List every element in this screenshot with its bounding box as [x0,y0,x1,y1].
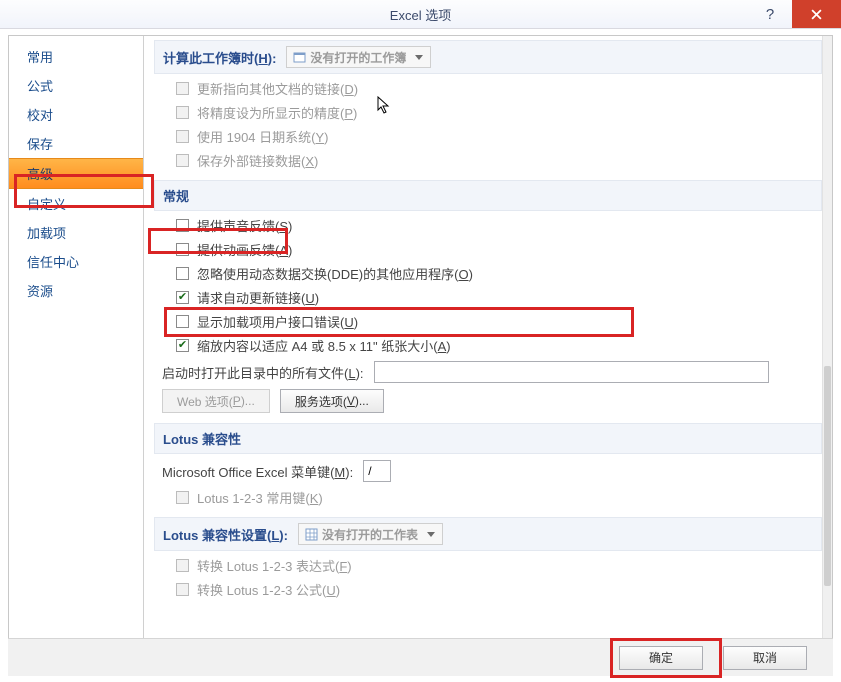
checkbox-ignore-dde[interactable]: 忽略使用动态数据交换(DDE)的其他应用程序(O) [176,264,822,283]
checkbox-animation[interactable]: 提供动画反馈(A) [176,240,822,259]
chevron-down-icon [412,50,426,64]
sidebar-item[interactable]: 信任中心 [9,247,143,276]
sidebar: 常用 公式 校对 保存 高级 自定义 加载项 信任中心 资源 [9,36,144,644]
startup-folder-row: 启动时打开此目录中的所有文件(L): [162,361,822,383]
checkbox-sound[interactable]: 提供声音反馈(S) [176,216,822,235]
close-icon [811,9,822,20]
sidebar-item[interactable]: 保存 [9,129,143,158]
checkbox-update-links[interactable]: 更新指向其他文档的链接(D) [176,79,822,98]
sidebar-item[interactable]: 自定义 [9,189,143,218]
checkbox-auto-update-links[interactable]: 请求自动更新链接(U) [176,288,822,307]
checkbox-precision[interactable]: 将精度设为所显示的精度(P) [176,103,822,122]
dialog-footer: 确定 取消 [8,638,833,676]
checkbox-lotus-keys[interactable]: Lotus 1-2-3 常用键(K) [176,488,822,507]
checkbox-save-external[interactable]: 保存外部链接数据(X) [176,151,822,170]
startup-folder-input[interactable] [374,361,769,383]
checkbox-show-addin-errors[interactable]: 显示加载项用户接口错误(U) [176,312,822,331]
close-button[interactable] [792,0,841,28]
worksheet-icon [305,528,318,541]
sidebar-item[interactable]: 资源 [9,276,143,305]
help-button[interactable]: ? [748,0,792,28]
workbook-icon [293,51,306,64]
ok-button[interactable]: 确定 [619,646,703,670]
titlebar: Excel 选项 ? [0,0,841,29]
cancel-button[interactable]: 取消 [723,646,807,670]
dialog-body: 常用 公式 校对 保存 高级 自定义 加载项 信任中心 资源 计算此工作簿时(H… [8,35,833,645]
sidebar-item[interactable]: 校对 [9,100,143,129]
lotus-menukey-row: Microsoft Office Excel 菜单键(M): [162,460,822,482]
calc-workbook-combo[interactable]: 没有打开的工作簿 [286,46,431,68]
sidebar-item-advanced[interactable]: 高级 [9,158,143,189]
checkbox-lotus-expr[interactable]: 转换 Lotus 1-2-3 表达式(F) [176,556,822,575]
content-scrollbar[interactable] [822,36,832,644]
sidebar-item[interactable]: 常用 [9,42,143,71]
checkbox-1904[interactable]: 使用 1904 日期系统(Y) [176,127,822,146]
lotus-menukey-input[interactable] [363,460,391,482]
section-lotus-settings-header: Lotus 兼容性设置(L): 没有打开的工作表 [154,517,822,551]
sidebar-item[interactable]: 加载项 [9,218,143,247]
general-buttons-row: Web 选项(P)... 服务选项(V)... [162,389,822,413]
chevron-down-icon [424,527,438,541]
service-options-button[interactable]: 服务选项(V)... [280,389,384,413]
section-general-header: 常规 [154,180,822,211]
sidebar-item[interactable]: 公式 [9,71,143,100]
section-lotus-header: Lotus 兼容性 [154,423,822,454]
content-pane: 计算此工作簿时(H): 没有打开的工作簿 更新指向其他文档的链接(D) 将精度设… [144,36,832,644]
checkbox-lotus-formula[interactable]: 转换 Lotus 1-2-3 公式(U) [176,580,822,599]
window-title: Excel 选项 [390,5,451,24]
section-calc-header: 计算此工作簿时(H): 没有打开的工作簿 [154,40,822,74]
web-options-button[interactable]: Web 选项(P)... [162,389,270,413]
checkbox-scale-content[interactable]: 缩放内容以适应 A4 或 8.5 x 11" 纸张大小(A) [176,336,822,355]
lotus-sheet-combo[interactable]: 没有打开的工作表 [298,523,443,545]
